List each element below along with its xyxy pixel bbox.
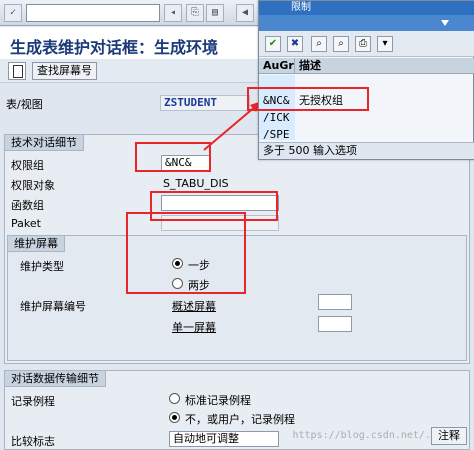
print-icon[interactable]: ⎙ bbox=[355, 36, 371, 52]
note-button[interactable]: 注释 bbox=[431, 427, 467, 445]
popup-filter-bar bbox=[259, 15, 474, 31]
list-item[interactable]: /SPE bbox=[259, 126, 474, 140]
package-label: Paket bbox=[11, 217, 41, 230]
compare-flag-label: 比较标志 bbox=[11, 435, 55, 448]
auth-object-label: 权限对象 bbox=[11, 179, 55, 192]
popup-title: 限制 bbox=[259, 1, 474, 15]
maintenance-type-label: 维护类型 bbox=[20, 260, 64, 273]
maintenance-screen-title: 维护屏幕 bbox=[8, 236, 65, 252]
overview-screen-field[interactable] bbox=[318, 294, 352, 310]
highlight-maintenance-type bbox=[126, 212, 246, 294]
row-desc bbox=[295, 126, 474, 140]
no-recording-label: 不，或用户，记录例程 bbox=[185, 413, 295, 426]
value-help-popup: 限制 ✔ ✖ ⌕ ⌕ ⎙ ▾ AuGr 描述 &NC& 无授权组 /ICK /S… bbox=[247, 0, 474, 160]
row-key: /ICK bbox=[259, 109, 295, 126]
single-screen-label: 单一屏幕 bbox=[172, 321, 216, 334]
list-item[interactable]: /ICK bbox=[259, 109, 474, 126]
popup-status: 多于 500 输入选项 bbox=[259, 142, 474, 159]
history-icon[interactable]: ⎘ bbox=[186, 4, 204, 22]
single-screen-field[interactable] bbox=[318, 316, 352, 332]
watermark: https://blog.csdn.net/... bbox=[292, 430, 443, 441]
popup-toolbar: ✔ ✖ ⌕ ⌕ ⎙ ▾ bbox=[259, 31, 474, 57]
row-desc bbox=[295, 109, 474, 126]
dropdown-triangle-icon[interactable] bbox=[441, 20, 449, 26]
page-title: 生成表维护对话框：生成环境 bbox=[10, 38, 219, 57]
auth-group-label: 权限组 bbox=[11, 159, 44, 172]
transport-details-group: 对话数据传输细节 记录例程 标准记录例程 不，或用户，记录例程 比较标志 自动地… bbox=[4, 370, 470, 450]
enter-icon[interactable]: ✓ bbox=[4, 4, 22, 22]
highlight-popup-row bbox=[247, 87, 369, 111]
standard-recording-radio[interactable] bbox=[169, 393, 180, 404]
column-header-desc[interactable]: 描述 bbox=[295, 58, 474, 74]
dropdown-icon[interactable]: ◂ bbox=[164, 4, 182, 22]
column-header-key[interactable]: AuGr bbox=[259, 58, 295, 74]
row-key: /SPE bbox=[259, 126, 295, 140]
no-recording-radio[interactable] bbox=[169, 412, 180, 423]
new-document-icon[interactable] bbox=[8, 62, 26, 80]
transport-details-title: 对话数据传输细节 bbox=[5, 371, 106, 387]
find-screen-button[interactable]: 查找屏幕号 bbox=[32, 62, 97, 80]
confirm-icon[interactable]: ✔ bbox=[265, 36, 281, 52]
overview-screen-label: 概述屏幕 bbox=[172, 300, 216, 313]
table-view-label: 表/视图 bbox=[6, 98, 43, 111]
command-field[interactable] bbox=[26, 4, 160, 22]
tech-details-title: 技术对话细节 bbox=[5, 135, 84, 151]
function-group-label: 函数组 bbox=[11, 199, 44, 212]
cancel-icon[interactable]: ✖ bbox=[287, 36, 303, 52]
compare-flag-field[interactable]: 自动地可调整 bbox=[169, 431, 279, 447]
recording-routine-label: 记录例程 bbox=[11, 395, 55, 408]
more-icon[interactable]: ▾ bbox=[377, 36, 393, 52]
back-icon[interactable]: ◀ bbox=[236, 4, 254, 22]
find-next-icon[interactable]: ⌕ bbox=[333, 36, 349, 52]
auth-object-value: S_TABU_DIS bbox=[163, 177, 229, 190]
screen-number-label: 维护屏幕编号 bbox=[20, 300, 86, 313]
find-icon[interactable]: ⌕ bbox=[311, 36, 327, 52]
save-icon[interactable]: ▤ bbox=[206, 4, 224, 22]
standard-recording-label: 标准记录例程 bbox=[185, 394, 251, 407]
